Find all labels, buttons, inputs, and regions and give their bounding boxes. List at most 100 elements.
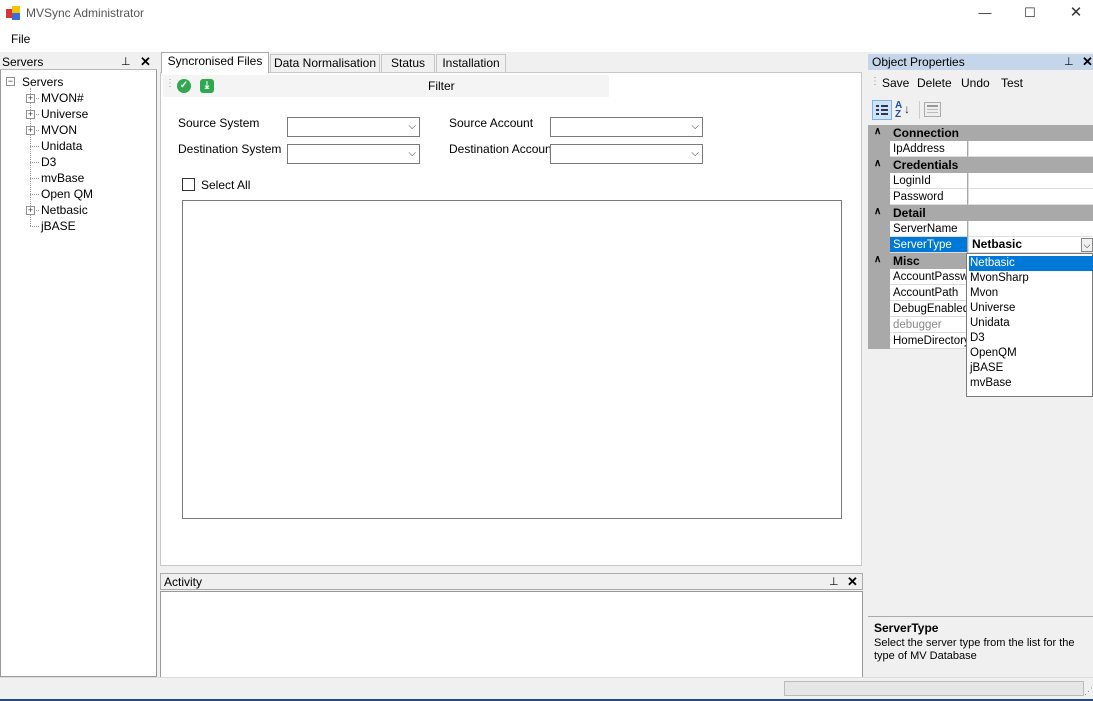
dropdown-option[interactable]: Unidata	[969, 316, 1093, 331]
property-name: AccountPassword	[890, 269, 967, 285]
select-all-checkbox[interactable]	[182, 178, 195, 191]
destination-account-combo[interactable]: ⌵	[550, 144, 703, 164]
tree-item[interactable]: MVON	[41, 123, 77, 137]
check-circle-icon[interactable]: ✓	[177, 79, 191, 93]
chevron-down-icon: ⌵	[408, 148, 416, 159]
dropdown-option[interactable]: D3	[969, 331, 1093, 346]
property-name: Password	[890, 189, 967, 205]
chevron-up-icon: ∧	[874, 254, 882, 265]
property-row[interactable]: ServerName	[868, 221, 1093, 237]
help-title: ServerType	[874, 621, 939, 635]
properties-panel-header: Object Properties ⊥ ✕	[868, 54, 1093, 70]
servers-panel-header: Servers ⊥ ✕	[0, 54, 157, 70]
expand-icon[interactable]: +	[26, 126, 35, 135]
chevron-up-icon: ∧	[874, 158, 882, 169]
servertype-value[interactable]: Netbasic	[968, 237, 1093, 253]
chevron-down-icon: ⌵	[408, 121, 416, 132]
tree-item[interactable]: Netbasic	[41, 203, 88, 217]
app-icon	[6, 6, 20, 20]
dropdown-option[interactable]: Mvon	[969, 286, 1093, 301]
property-row[interactable]: IpAddress	[868, 141, 1093, 157]
tree-item[interactable]: D3	[41, 155, 56, 169]
undo-button[interactable]: Undo	[961, 76, 990, 90]
property-value	[968, 141, 1093, 157]
test-button[interactable]: Test	[1001, 76, 1023, 90]
maximize-button[interactable]: ☐	[1007, 0, 1053, 28]
servertype-dropdown-list[interactable]: Netbasic MvonSharp Mvon Universe Unidata D3 Op…	[966, 253, 1093, 397]
tab-installation[interactable]: Installation	[436, 54, 506, 72]
tree-root-servers[interactable]: Servers	[22, 75, 63, 89]
collapse-icon[interactable]: −	[6, 77, 15, 86]
dropdown-option[interactable]: Netbasic	[969, 256, 1093, 271]
source-account-combo[interactable]: ⌵	[550, 117, 703, 137]
source-system-label: Source System	[178, 116, 260, 130]
property-name: LoginId	[890, 173, 967, 189]
property-row[interactable]: LoginId	[868, 173, 1093, 189]
delete-button[interactable]: Delete	[917, 76, 952, 90]
property-value	[968, 189, 1093, 205]
close-panel-icon[interactable]: ✕	[1082, 54, 1093, 70]
property-name: IpAddress	[890, 141, 967, 157]
expand-icon[interactable]: +	[26, 206, 35, 215]
minimize-button[interactable]: —	[962, 0, 1008, 28]
tree-item[interactable]: mvBase	[41, 171, 84, 185]
expand-icon[interactable]: +	[26, 110, 35, 119]
destination-account-label: Destination Account	[449, 142, 556, 156]
destination-system-combo[interactable]: ⌵	[287, 144, 420, 164]
tab-syncronised-files[interactable]: Syncronised Files	[161, 52, 269, 73]
activity-panel-header: Activity ⊥ ✕	[160, 573, 863, 590]
tree-item[interactable]: MVON#	[41, 91, 84, 105]
tree-item[interactable]: jBASE	[41, 219, 76, 233]
dropdown-option[interactable]: mvBase	[969, 376, 1093, 391]
categorized-view-icon[interactable]	[872, 100, 892, 120]
menu-bar	[0, 28, 1093, 52]
activity-title: Activity	[164, 575, 203, 589]
files-toolbar: ⋮ ✓ ⤓ Filter	[163, 75, 609, 97]
pin-icon[interactable]: ⊥	[829, 574, 839, 590]
tree-item[interactable]: Universe	[41, 107, 88, 121]
category-detail[interactable]: ∧ Detail	[868, 205, 1093, 221]
tree-item[interactable]: Unidata	[41, 139, 82, 153]
dropdown-option[interactable]: OpenQM	[969, 346, 1093, 361]
resize-grip-icon[interactable]: ⋰	[1084, 686, 1093, 697]
chevron-up-icon: ∧	[874, 206, 882, 217]
category-connection[interactable]: ∧ Connection	[868, 125, 1093, 141]
dropdown-option[interactable]: MvonSharp	[969, 271, 1093, 286]
destination-system-label: Destination System	[178, 142, 282, 156]
activity-log[interactable]	[160, 591, 863, 679]
close-panel-icon[interactable]: ✕	[140, 54, 151, 70]
source-account-label: Source Account	[449, 116, 534, 130]
chevron-up-icon: ∧	[874, 126, 882, 137]
property-name: debugger	[890, 317, 967, 333]
property-name: DebugEnabled	[890, 301, 967, 317]
tab-data-normalisation[interactable]: Data Normalisation	[270, 54, 380, 72]
properties-title: Object Properties	[872, 55, 965, 69]
close-button[interactable]: ✕	[1053, 0, 1093, 28]
property-pages-icon[interactable]	[924, 102, 941, 117]
save-button[interactable]: Save	[882, 76, 909, 90]
tab-status[interactable]: Status	[381, 54, 435, 72]
property-name: AccountPath	[890, 285, 967, 301]
pin-icon[interactable]: ⊥	[121, 54, 131, 70]
tree-item[interactable]: Open QM	[41, 187, 93, 201]
menu-file[interactable]: File	[11, 32, 30, 46]
download-icon[interactable]: ⤓	[200, 79, 214, 93]
close-panel-icon[interactable]: ✕	[847, 574, 858, 590]
property-row[interactable]: Password	[868, 189, 1093, 205]
property-help: ServerType Select the server type from t…	[868, 616, 1093, 677]
servertype-dropdown-chevron-icon[interactable]: ⌵	[1081, 238, 1093, 252]
category-credentials[interactable]: ∧ Credentials	[868, 157, 1093, 173]
files-list[interactable]	[182, 200, 842, 519]
source-system-combo[interactable]: ⌵	[287, 117, 420, 137]
property-name: ServerName	[890, 221, 967, 237]
toolbar-grip-icon: ⋮	[165, 78, 175, 89]
pin-icon[interactable]: ⊥	[1064, 54, 1074, 70]
property-name: ServerType	[890, 237, 967, 253]
dropdown-option[interactable]: jBASE	[969, 361, 1093, 376]
expand-icon[interactable]: +	[26, 94, 35, 103]
property-row-servertype[interactable]: ServerType Netbasic	[868, 237, 1093, 253]
select-all-label[interactable]: Select All	[201, 178, 250, 192]
help-text: Select the server type from the list for…	[874, 637, 1075, 662]
dropdown-option[interactable]: Universe	[969, 301, 1093, 316]
title-bar	[0, 0, 1093, 28]
